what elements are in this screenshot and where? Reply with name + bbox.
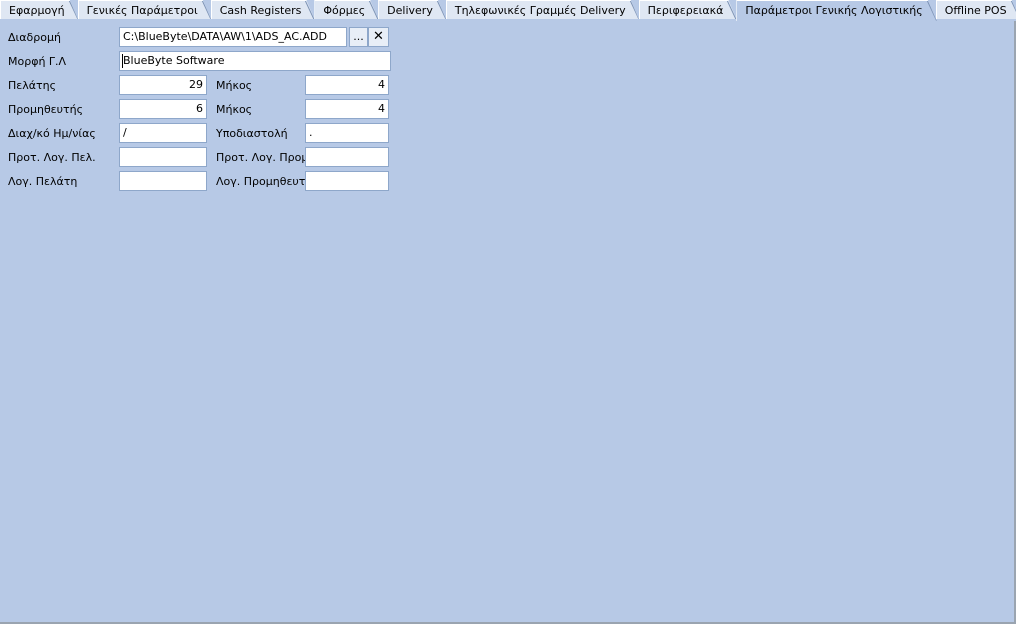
supplier-length-label: Μήκος xyxy=(216,103,253,116)
general-ledger-parameters-form: Διαδρομή C:\BlueByte\DATA\AW\1\ADS_AC.AD… xyxy=(0,21,1016,624)
decimal-separator-label: Υποδιαστολή xyxy=(216,127,288,140)
path-input[interactable]: C:\BlueByte\DATA\AW\1\ADS_AC.ADD xyxy=(119,27,347,47)
supplier-account-input[interactable] xyxy=(305,171,389,191)
date-separator-label: Διαχ/κό Ημ/νίας xyxy=(8,127,96,140)
supplier-account-label: Λογ. Προμηθευτή xyxy=(216,175,313,188)
tab-label: Εφαρμογή xyxy=(9,4,65,17)
gl-format-label: Μορφή Γ.Λ xyxy=(8,55,67,68)
customer-length-input[interactable]: 4 xyxy=(305,75,389,95)
tab-label: Delivery xyxy=(387,4,433,17)
tab-bar: Εφαρμογή Γενικές Παράμετροι Cash Registe… xyxy=(0,0,1016,21)
tab-label: Γενικές Παράμετροι xyxy=(86,4,198,17)
tab-formes[interactable]: Φόρμες xyxy=(314,0,379,21)
tab-label: Παράμετροι Γενικής Λογιστικής xyxy=(745,4,923,17)
supplier-length-input[interactable]: 4 xyxy=(305,99,389,119)
customer-length-label: Μήκος xyxy=(216,79,253,92)
tab-label: Περιφερειακά xyxy=(647,4,724,17)
tab-genikes-parametroi[interactable]: Γενικές Παράμετροι xyxy=(78,0,212,21)
supplier-input[interactable]: 6 xyxy=(119,99,207,119)
customer-account-input[interactable] xyxy=(119,171,207,191)
tab-label: Τηλεφωνικές Γραμμές Delivery xyxy=(454,4,626,17)
clear-button[interactable]: ✕ xyxy=(368,27,389,47)
customer-account-prefix-input[interactable] xyxy=(119,147,207,167)
tab-parametroi-genikis-logistikis[interactable]: Παράμετροι Γενικής Λογιστικής xyxy=(736,0,936,21)
gl-format-combobox[interactable]: BlueByte Software xyxy=(119,51,391,71)
tab-tilefonikes-grammes-delivery[interactable]: Τηλεφωνικές Γραμμές Delivery xyxy=(446,0,640,21)
tab-label: Offline POS xyxy=(944,4,1007,17)
tab-delivery[interactable]: Delivery xyxy=(378,0,447,21)
decimal-separator-input[interactable]: . xyxy=(305,123,389,143)
path-label: Διαδρομή xyxy=(8,31,61,44)
supplier-account-prefix-input[interactable] xyxy=(305,147,389,167)
tab-edge xyxy=(926,1,937,22)
tab-offline-pos[interactable]: Offline POS xyxy=(936,0,1016,21)
customer-account-prefix-label: Προτ. Λογ. Πελ. xyxy=(8,151,96,164)
date-separator-input[interactable]: / xyxy=(119,123,207,143)
tab-label: Φόρμες xyxy=(323,4,366,17)
tab-efarmogi[interactable]: Εφαρμογή xyxy=(0,0,79,21)
customer-input[interactable]: 29 xyxy=(119,75,207,95)
tab-cash-registers[interactable]: Cash Registers xyxy=(211,0,316,21)
supplier-account-prefix-label: Προτ. Λογ. Προμ xyxy=(216,151,309,164)
supplier-label: Προμηθευτής xyxy=(8,103,84,116)
tab-perifereiaka[interactable]: Περιφερειακά xyxy=(639,0,738,21)
browse-button[interactable]: ... xyxy=(349,27,368,47)
customer-account-label: Λογ. Πελάτη xyxy=(8,175,78,188)
customer-label: Πελάτης xyxy=(8,79,57,92)
application-window: Εφαρμογή Γενικές Παράμετροι Cash Registe… xyxy=(0,0,1016,624)
tab-label: Cash Registers xyxy=(219,4,302,17)
